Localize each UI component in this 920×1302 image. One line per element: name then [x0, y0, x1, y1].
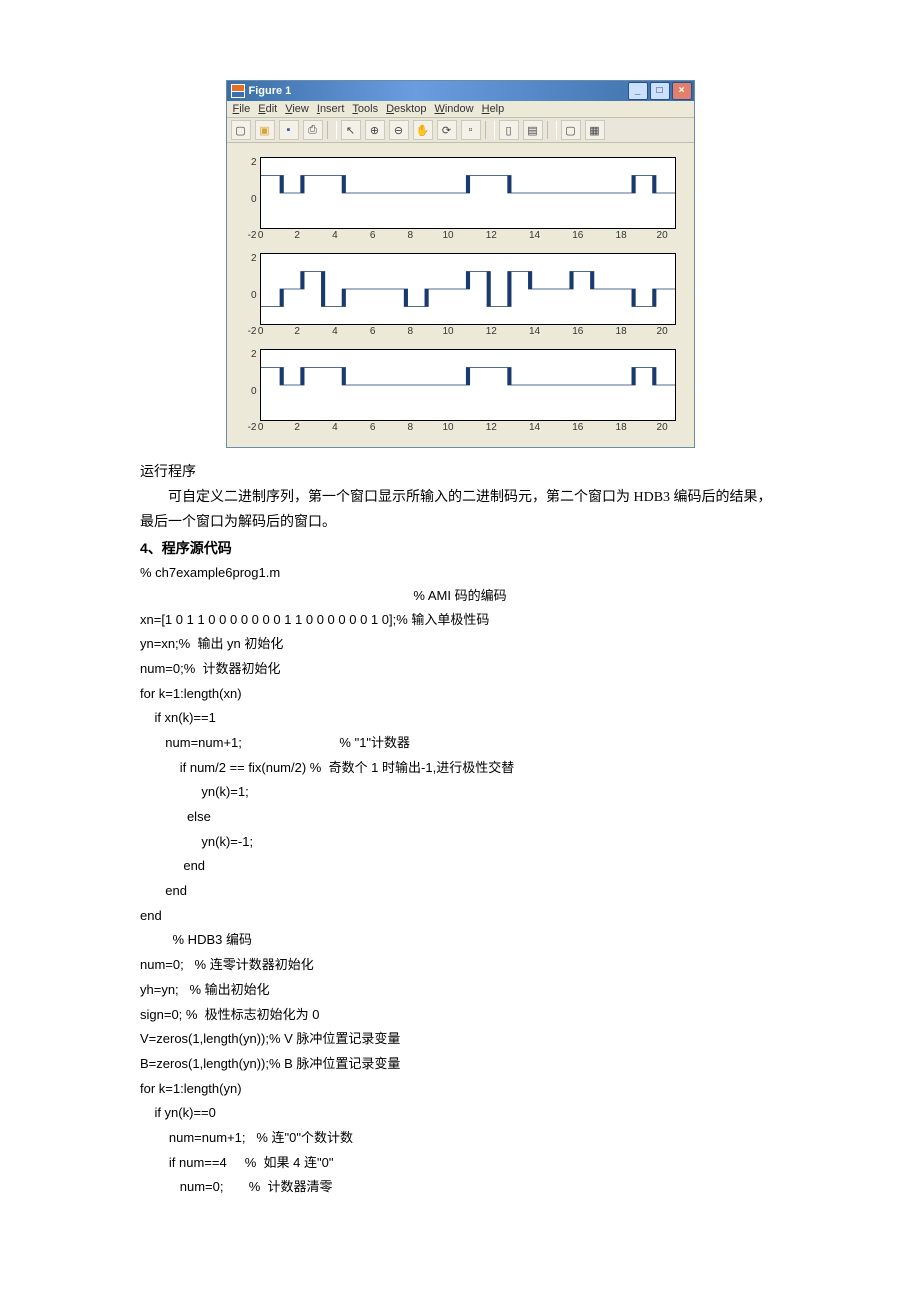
subplot-1: 20-2 02468101214161820 — [233, 157, 676, 241]
menu-edit[interactable]: Edit — [258, 103, 277, 115]
hide-plot-tools-icon[interactable]: ▢ — [561, 120, 581, 140]
legend-icon[interactable]: ▤ — [523, 120, 543, 140]
description: 可自定义二进制序列，第一个窗口显示所输入的二进制码元，第二个窗口为 HDB3 编… — [140, 485, 780, 535]
subplot-3: 20-2 02468101214161820 — [233, 349, 676, 433]
matlab-figure-window: Figure 1 _ □ × File Edit View Insert Tools De… — [140, 80, 780, 448]
menu-file[interactable]: File — [233, 103, 251, 115]
menu-window[interactable]: Window — [434, 103, 473, 115]
toolbar: ▢ ▣ ▪ ⎙ ↖ ⊕ ⊖ ✋ ⟳ ▫ ▯ ▤ ▢ ▦ — [227, 118, 694, 143]
pointer-icon[interactable]: ↖ — [341, 120, 361, 140]
zoom-out-icon[interactable]: ⊖ — [389, 120, 409, 140]
source-code: xn=[1 0 1 1 0 0 0 0 0 0 0 1 1 0 0 0 0 0 … — [140, 608, 780, 1201]
file-comment: % ch7example6prog1.m — [140, 561, 780, 584]
new-file-icon[interactable]: ▢ — [231, 120, 251, 140]
colorbar-icon[interactable]: ▯ — [499, 120, 519, 140]
menu-insert[interactable]: Insert — [317, 103, 345, 115]
window-titlebar: Figure 1 _ □ × — [227, 81, 694, 101]
rotate-icon[interactable]: ⟳ — [437, 120, 457, 140]
data-cursor-icon[interactable]: ▫ — [461, 120, 481, 140]
menu-tools[interactable]: Tools — [352, 103, 378, 115]
menubar: File Edit View Insert Tools Desktop Window Help — [227, 101, 694, 118]
menu-help[interactable]: Help — [482, 103, 505, 115]
zoom-in-icon[interactable]: ⊕ — [365, 120, 385, 140]
close-button[interactable]: × — [672, 82, 692, 100]
matlab-app-icon — [231, 84, 245, 98]
subplot-2: 20-2 02468101214161820 — [233, 253, 676, 337]
maximize-button[interactable]: □ — [650, 82, 670, 100]
window-title: Figure 1 — [249, 85, 292, 97]
menu-view[interactable]: View — [285, 103, 309, 115]
plot-area: 20-2 02468101214161820 20-2 024681012141… — [227, 143, 694, 447]
open-icon[interactable]: ▣ — [255, 120, 275, 140]
run-heading: 运行程序 — [140, 460, 780, 485]
ami-title-comment: % AMI 码的编码 — [140, 584, 780, 607]
menu-desktop[interactable]: Desktop — [386, 103, 426, 115]
print-icon[interactable]: ⎙ — [303, 120, 323, 140]
pan-icon[interactable]: ✋ — [413, 120, 433, 140]
show-plot-tools-icon[interactable]: ▦ — [585, 120, 605, 140]
section-heading-4: 4、程序源代码 — [140, 536, 780, 561]
minimize-button[interactable]: _ — [628, 82, 648, 100]
save-icon[interactable]: ▪ — [279, 120, 299, 140]
